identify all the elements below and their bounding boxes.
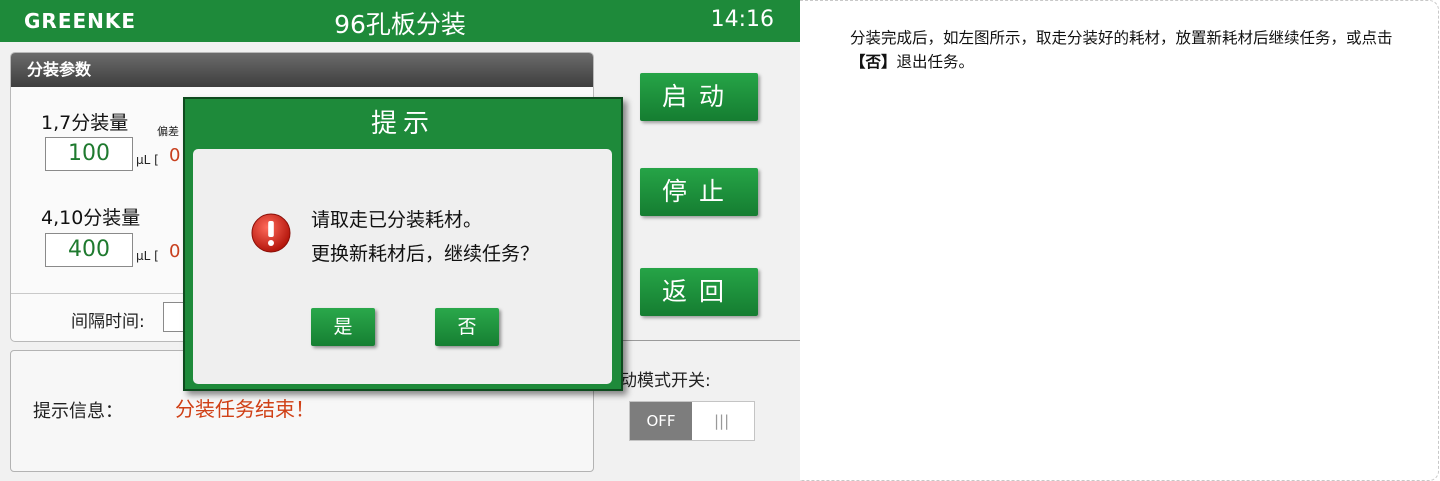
clock: 14:16: [710, 7, 774, 32]
mode-toggle[interactable]: OFF |||: [629, 401, 755, 441]
params-header: 分装参数: [11, 53, 593, 87]
volume-1-7-input[interactable]: 100: [45, 137, 133, 171]
info-label: 提示信息：: [33, 401, 123, 422]
prompt-dialog: 提示 请取走已分装耗材。 更换新耗材后，继续任务？ 是 否: [183, 97, 623, 391]
volume-4-10-label: 4,10分装量: [41, 207, 141, 229]
start-button[interactable]: 启动: [640, 73, 758, 121]
instruction-emphasis: 【否】: [850, 53, 897, 71]
no-button[interactable]: 否: [435, 308, 499, 346]
dialog-message-line2: 更换新耗材后，继续任务？: [311, 243, 540, 265]
toggle-grip-icon: |||: [714, 412, 730, 430]
alert-icon: [251, 213, 291, 253]
info-message: 分装任务结束！: [175, 397, 315, 421]
instruction-text: 分装完成后，如左图所示，取走分装好的耗材，放置新耗材后继续任务，或点击【否】退出…: [850, 26, 1400, 74]
deviation-4-10-value: 0: [169, 241, 181, 262]
dialog-message-line1: 请取走已分装耗材。: [311, 209, 483, 231]
dialog-title: 提示: [370, 109, 435, 139]
yes-button[interactable]: 是: [311, 308, 375, 346]
stop-button[interactable]: 停止: [640, 168, 758, 216]
instruction-part2: 退出任务。: [896, 53, 975, 71]
deviation-label: 偏差: [157, 125, 179, 138]
device-screen: GREENKE 96孔板分装 14:16 分装参数 1,7分装量 偏差 100 …: [0, 0, 800, 481]
volume-1-7-label: 1,7分装量: [41, 112, 129, 134]
screen-title: 96孔板分装: [334, 10, 466, 39]
divider: [598, 340, 800, 341]
volume-4-10-input[interactable]: 400: [45, 233, 133, 267]
title-bar: GREENKE 96孔板分装 14:16: [0, 0, 800, 42]
toggle-off-state: OFF: [630, 402, 692, 440]
deviation-1-7-value: 0: [169, 145, 181, 166]
dialog-body: 请取走已分装耗材。 更换新耗材后，继续任务？ 是 否: [193, 149, 612, 384]
mode-switch-label: 动模式开关:: [620, 371, 711, 391]
volume-1-7-unit: µL [: [136, 153, 159, 167]
instruction-part1: 分装完成后，如左图所示，取走分装好的耗材，放置新耗材后继续任务，或点击: [850, 29, 1393, 47]
interval-label: 间隔时间:: [71, 312, 145, 332]
volume-4-10-unit: µL [: [136, 249, 159, 263]
back-button[interactable]: 返回: [640, 268, 758, 316]
